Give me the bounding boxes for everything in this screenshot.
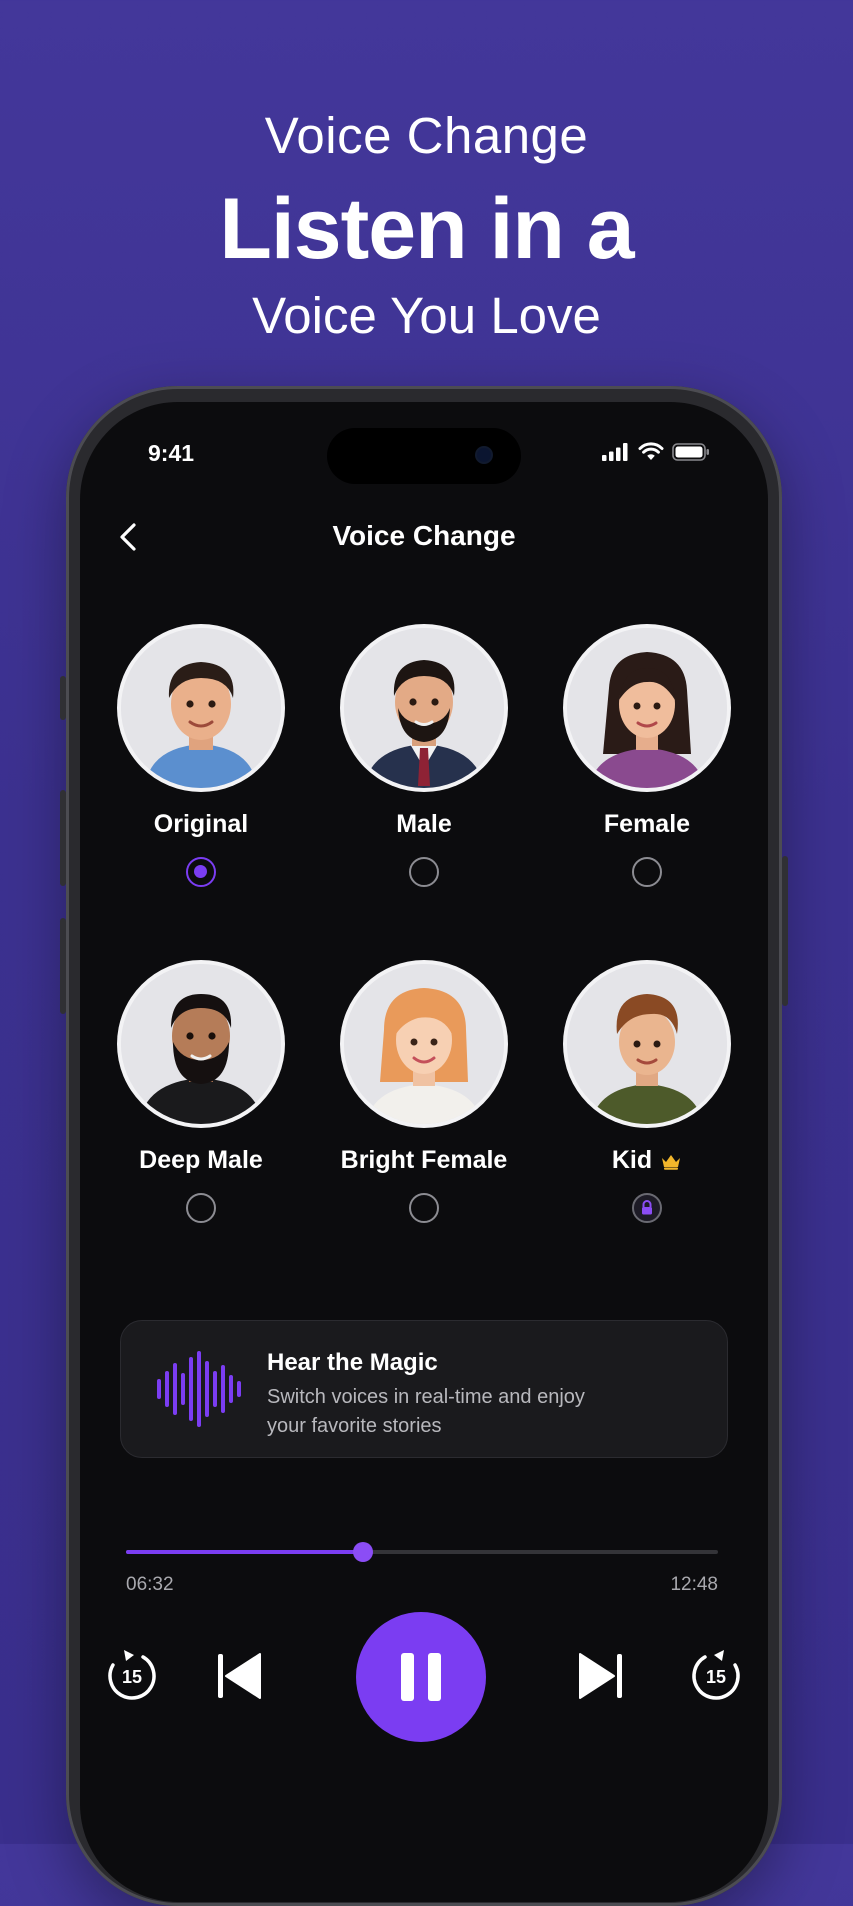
rewind-label: 15	[122, 1667, 142, 1687]
total-time: 12:48	[670, 1574, 718, 1595]
voice-label: Deep Male	[101, 1146, 301, 1175]
hero-subtitle-top: Voice Change	[264, 107, 589, 164]
voice-label: Female	[547, 810, 747, 839]
avatar-female	[567, 628, 727, 788]
page-title: Voice Change	[332, 520, 516, 551]
pause-button[interactable]	[356, 1612, 486, 1742]
radio-unselected[interactable]	[186, 1193, 216, 1223]
pause-icon	[401, 1653, 441, 1701]
phone-screen: 9:41 Voice Change Original Male Female D…	[80, 402, 768, 1902]
crown-icon	[662, 1154, 681, 1170]
voice-option-deep-male[interactable]: Deep Male	[101, 964, 301, 1223]
next-track-icon	[579, 1653, 622, 1699]
hear-the-magic-card: Hear the Magic Switch voices in real-tim…	[120, 1320, 728, 1458]
avatar-deep-male	[121, 964, 281, 1124]
wifi-icon	[638, 442, 664, 460]
card-title: Hear the Magic	[267, 1349, 438, 1376]
radio-unselected[interactable]	[632, 857, 662, 887]
radio-selected[interactable]	[186, 857, 216, 887]
voice-name: Original	[153, 810, 249, 838]
status-icons	[602, 442, 710, 461]
avatar-bright-female	[344, 964, 504, 1124]
forward-label: 15	[706, 1667, 726, 1687]
radio-unselected[interactable]	[409, 857, 439, 887]
phone-side-button	[782, 856, 788, 1006]
battery-icon	[672, 442, 709, 461]
lock-icon	[642, 1200, 652, 1215]
hero-subtitle-bottom: Voice You Love	[252, 287, 601, 344]
voice-option-original[interactable]: Original	[101, 628, 301, 887]
forward-15-icon: 15	[692, 1650, 740, 1700]
voice-name: Female	[603, 810, 691, 838]
sound-wave-icon	[157, 1351, 241, 1427]
voice-name: Male	[396, 810, 452, 838]
card-subtitle: Switch voices in real-time and enjoy you…	[267, 1386, 585, 1437]
progress-fill	[126, 1550, 363, 1554]
forward-15-button[interactable]: 15	[686, 1646, 746, 1706]
status-time: 9:41	[148, 440, 195, 466]
previous-track-button[interactable]	[210, 1646, 270, 1706]
previous-track-icon	[218, 1653, 261, 1699]
phone-side-button	[60, 676, 66, 720]
phone-side-button	[60, 790, 66, 886]
voice-name: Kid	[611, 1146, 653, 1174]
voice-label: Original	[101, 810, 301, 839]
voice-option-bright-female[interactable]: Bright Female	[324, 964, 524, 1223]
dynamic-island	[327, 428, 521, 484]
progress-slider[interactable]	[126, 1542, 718, 1562]
voice-option-male[interactable]: Male	[324, 628, 524, 887]
voice-name: Bright Female	[340, 1146, 508, 1174]
next-track-button[interactable]	[570, 1646, 630, 1706]
radio-unselected[interactable]	[409, 1193, 439, 1223]
voice-label: Kid	[547, 1146, 747, 1175]
camera-icon	[477, 448, 491, 462]
voice-name: Deep Male	[139, 1146, 263, 1174]
radio-locked[interactable]	[632, 1193, 662, 1223]
phone-side-button	[60, 918, 66, 1014]
rewind-15-button[interactable]: 15	[102, 1646, 162, 1706]
avatar-kid	[567, 964, 727, 1124]
hero-headline: Listen in a	[219, 181, 634, 277]
voice-label: Male	[324, 810, 524, 839]
voice-label: Bright Female	[324, 1146, 524, 1175]
avatar-original	[121, 628, 281, 788]
rewind-15-icon: 15	[108, 1650, 156, 1700]
signal-icon	[602, 442, 628, 461]
elapsed-time: 06:32	[126, 1574, 174, 1595]
voice-option-kid[interactable]: Kid	[547, 964, 747, 1223]
voice-option-female[interactable]: Female	[547, 628, 747, 887]
progress-thumb[interactable]	[352, 1542, 373, 1562]
avatar-male	[344, 628, 504, 788]
